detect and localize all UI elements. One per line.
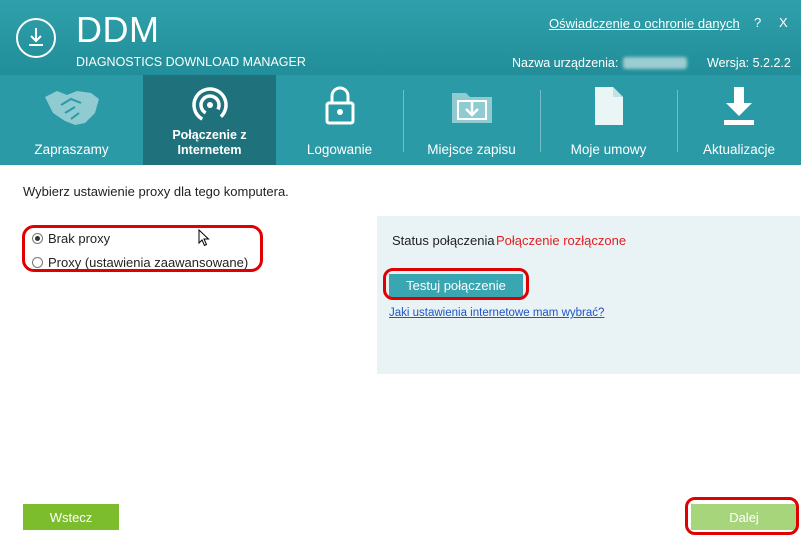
tab-divider [403,90,404,152]
privacy-statement-link[interactable]: Oświadczenie o ochronie danych [549,16,740,31]
tab-save-location[interactable]: Miejsce zapisu [403,75,540,165]
app-name: DDM [76,9,160,50]
tab-updates[interactable]: Aktualizacje [677,75,801,165]
radio-proxy-advanced[interactable]: Proxy (ustawienia zaawansowane) [32,255,248,270]
tab-label: Aktualizacje [702,142,776,157]
tab-welcome[interactable]: Zapraszamy [0,75,143,165]
tab-my-contracts[interactable]: Moje umowy [540,75,677,165]
download-arrow-icon [721,85,757,132]
folder-download-icon [450,89,494,130]
test-connection-button[interactable]: Testuj połączenie [389,274,523,297]
connection-status-panel: Status połączenia Połączenie rozłączone … [377,216,800,374]
version-label: Wersja: 5.2.2.2 [707,56,791,70]
tab-internet-connection[interactable]: Połączenie z Internetem [143,75,276,165]
help-button[interactable]: ? [754,15,761,30]
tab-label: Logowanie [306,142,373,157]
next-button[interactable]: Dalej [691,504,797,530]
wizard-steps-nav: Zapraszamy Połączenie z Internetem Logow… [0,75,801,165]
app-header: DDM DIAGNOSTICS DOWNLOAD MANAGER Oświadc… [0,0,801,75]
proxy-instruction: Wybierz ustawienie proxy dla tego komput… [23,184,289,199]
tab-label: Połączenie z Internetem [172,128,247,157]
status-value: Połączenie rozłączone [496,233,627,248]
tab-divider [677,90,678,152]
radio-button[interactable] [32,257,43,268]
status-label: Status połączenia [392,233,495,248]
tab-label: Zapraszamy [34,142,109,157]
tab-divider [540,90,541,152]
handshake-icon [41,85,103,134]
tab-label: Miejsce zapisu [427,142,516,157]
download-circle-icon [16,18,56,58]
tab-login[interactable]: Logowanie [276,75,403,165]
radio-no-proxy[interactable]: Brak proxy [32,231,110,246]
radio-button-checked[interactable] [32,233,43,244]
lock-icon [324,85,356,130]
tab-label: Moje umowy [570,142,647,157]
back-button[interactable]: Wstecz [23,504,119,530]
radio-label: Proxy (ustawienia zaawansowane) [48,255,249,270]
document-icon [593,85,625,132]
app-full-name: DIAGNOSTICS DOWNLOAD MANAGER [76,55,306,69]
mouse-pointer-icon [198,228,210,252]
device-name-value-redacted [623,57,687,69]
wireless-signal-icon [190,85,230,130]
device-name-label: Nazwa urządzenia: [512,56,619,70]
close-button[interactable]: X [779,15,788,30]
radio-label: Brak proxy [48,231,111,246]
internet-settings-help-link[interactable]: Jaki ustawienia internetowe mam wybrać? [389,307,604,319]
